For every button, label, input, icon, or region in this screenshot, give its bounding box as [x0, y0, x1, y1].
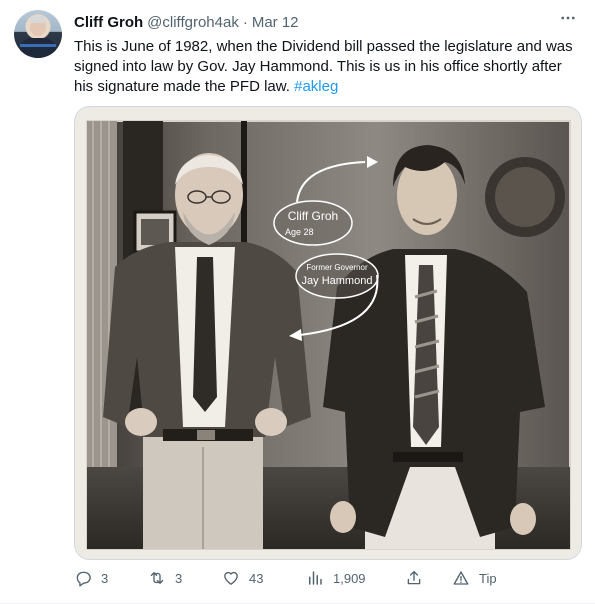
photo-label-cliff-name: Cliff Groh — [288, 209, 338, 223]
photo-label-hammond-title: Former Governor — [306, 263, 368, 272]
tip-button[interactable]: Tip — [452, 566, 497, 590]
tweet-photo[interactable]: Cliff Groh Age 28 Former Governor Jay Ha… — [74, 106, 582, 560]
like-button[interactable]: 43 — [222, 566, 263, 590]
author-handle[interactable]: @cliffgroh4ak — [147, 14, 239, 31]
share-icon — [407, 570, 421, 585]
photo-image: Cliff Groh Age 28 Former Governor Jay Ha… — [75, 107, 581, 559]
share-button[interactable] — [405, 566, 432, 590]
retweet-count: 3 — [175, 570, 183, 586]
action-bar: 3 3 43 1,909 Tip — [74, 566, 554, 590]
tip-icon — [453, 571, 469, 585]
tip-label: Tip — [479, 570, 497, 586]
reply-count: 3 — [101, 570, 109, 586]
tweet-date[interactable]: Mar 12 — [252, 14, 299, 31]
retweet-icon — [150, 572, 164, 584]
label-bubble-cliff — [273, 200, 353, 246]
tweet[interactable]: Cliff Groh @cliffgroh4ak · Mar 12 This i… — [0, 0, 595, 604]
views-count: 1,909 — [333, 570, 366, 586]
reply-icon — [76, 571, 91, 587]
hashtag-link[interactable]: #akleg — [294, 78, 338, 95]
tweet-text: This is June of 1982, when the Dividend … — [74, 37, 579, 97]
retweet-button[interactable]: 3 — [148, 566, 182, 590]
photo-label-hammond-name: Jay Hammond — [302, 275, 373, 287]
separator-dot: · — [242, 13, 248, 31]
more-icon[interactable] — [559, 9, 577, 27]
reply-button[interactable]: 3 — [74, 566, 108, 590]
like-icon — [224, 571, 238, 585]
author-name[interactable]: Cliff Groh — [74, 14, 143, 31]
views-icon — [309, 571, 322, 585]
avatar[interactable] — [14, 10, 62, 58]
photo-label-cliff-age: Age 28 — [285, 227, 314, 237]
like-count: 43 — [249, 570, 264, 586]
tweet-header: Cliff Groh @cliffgroh4ak · Mar 12 — [74, 12, 299, 32]
views-button[interactable]: 1,909 — [306, 566, 366, 590]
